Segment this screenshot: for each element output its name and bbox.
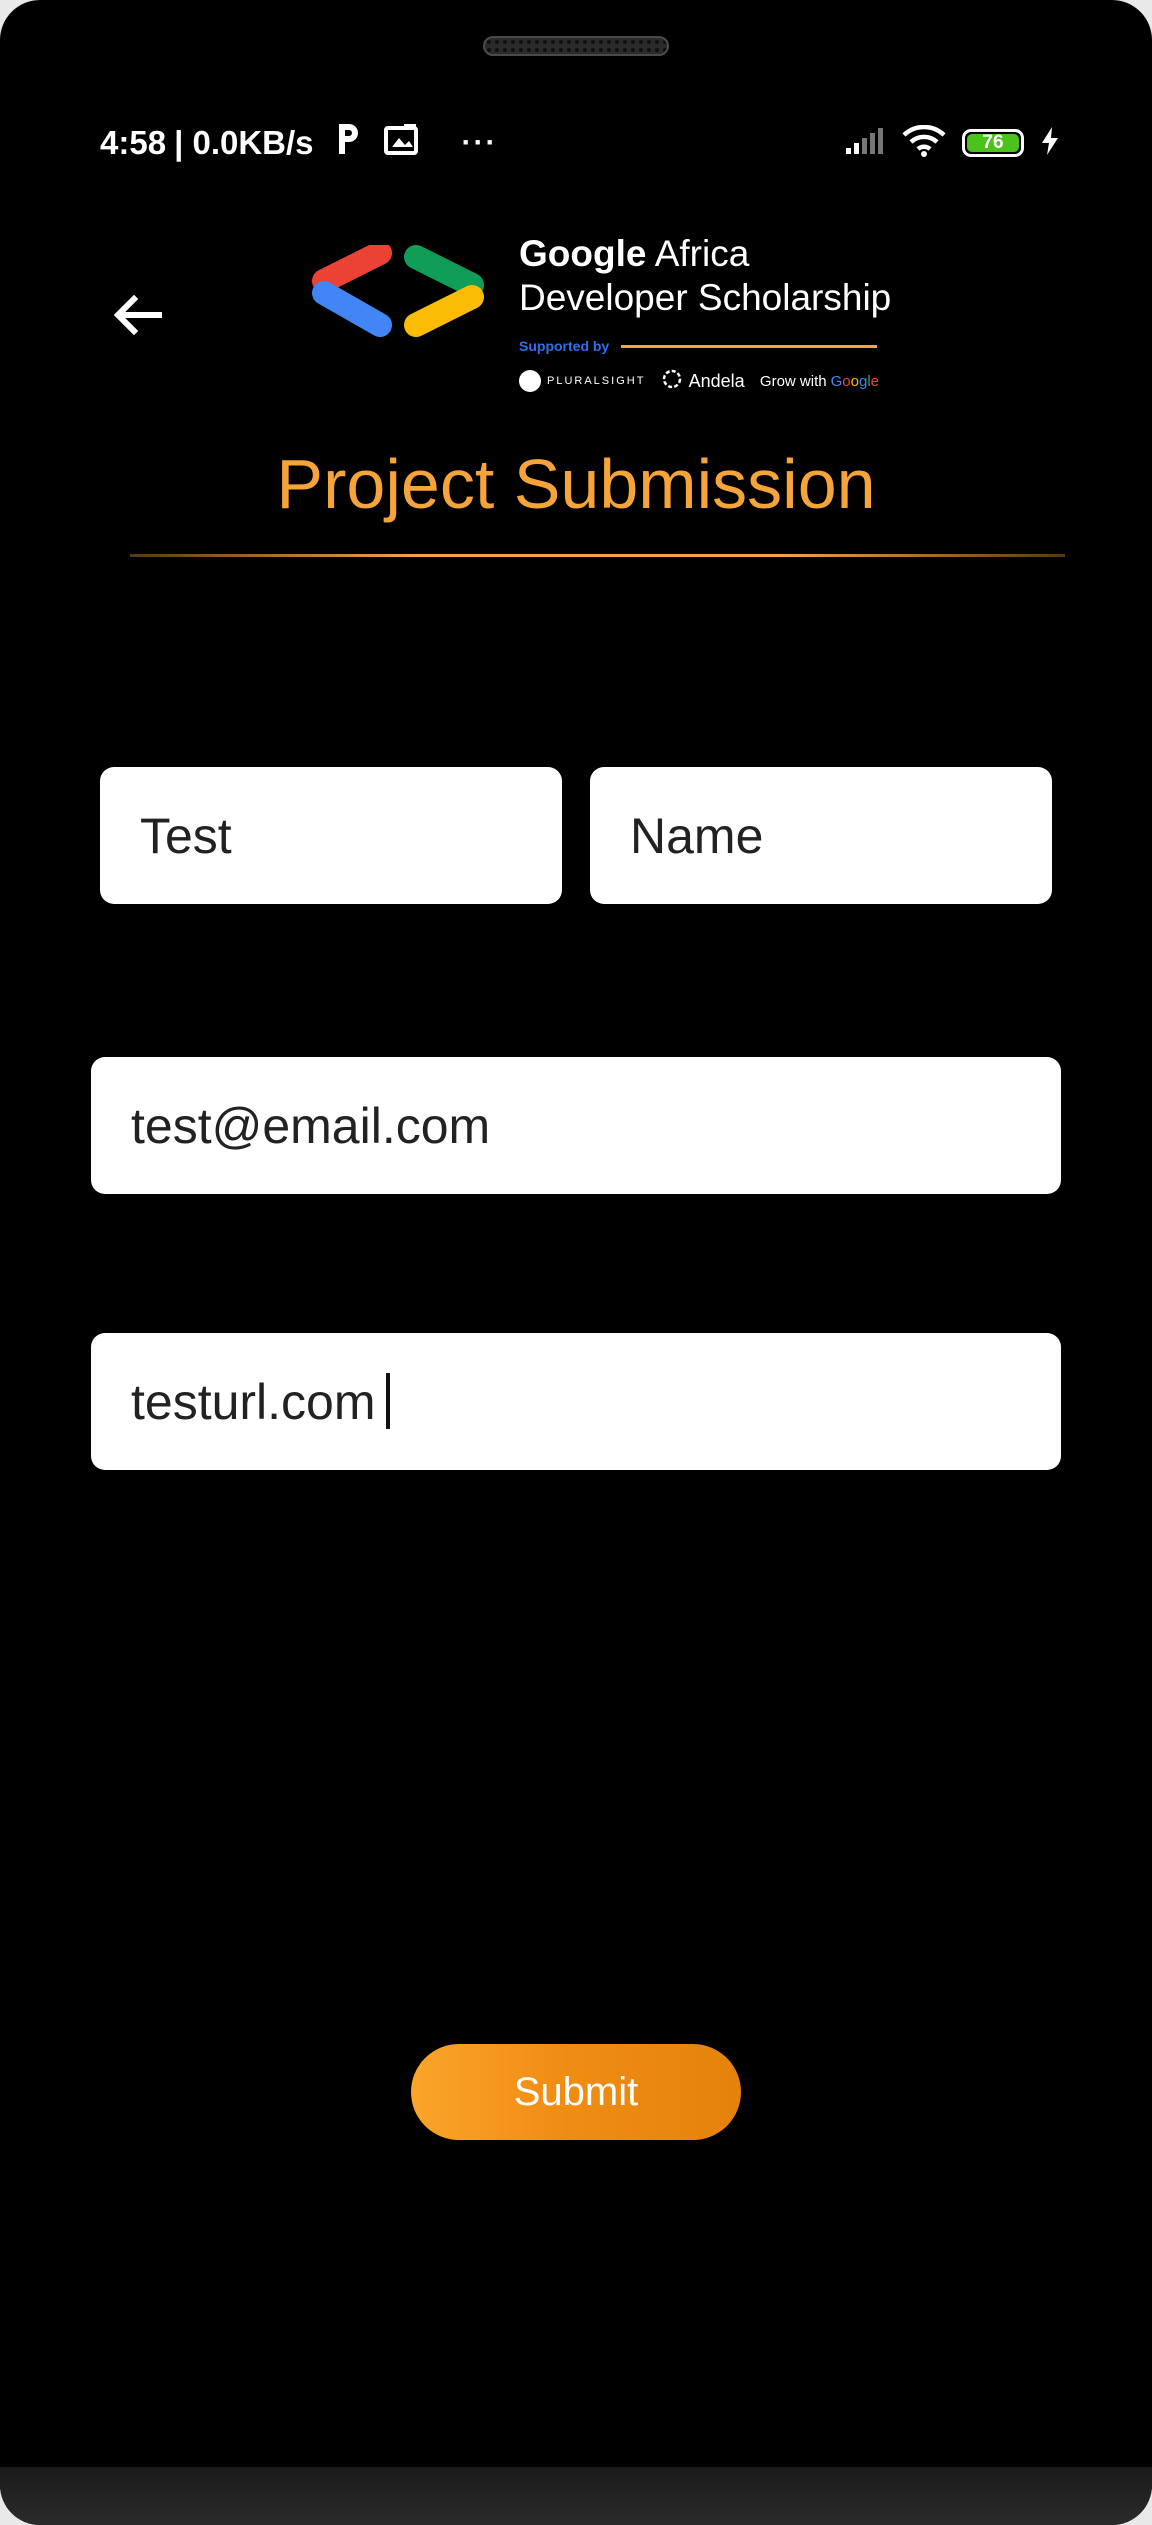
text-cursor xyxy=(386,1373,390,1429)
back-arrow-icon[interactable] xyxy=(108,285,168,345)
andela-label: Andela xyxy=(688,370,745,391)
grow-with-google-logo: Grow with Google xyxy=(760,373,879,390)
status-bar-left: 4:58 | 0.0KB/s ··· xyxy=(100,118,498,168)
phone-frame: 4:58 | 0.0KB/s ··· 76 Google Africa Deve… xyxy=(0,0,1152,2525)
first-name-input[interactable] xyxy=(100,767,562,904)
email-input[interactable] xyxy=(91,1057,1061,1194)
gallery-notification-icon xyxy=(383,123,420,163)
brand-google: Google xyxy=(519,233,647,274)
pluralsight-label: PLURALSIGHT xyxy=(547,375,646,387)
brand-line2: Developer Scholarship xyxy=(519,277,892,318)
google-wordmark: Google xyxy=(830,372,879,390)
gads-logo-icon xyxy=(310,241,486,337)
speaker-grille xyxy=(483,36,669,56)
page-title: Project Submission xyxy=(276,445,876,523)
signal-icon xyxy=(844,126,886,161)
pluralsight-logo: PLURALSIGHT xyxy=(519,370,645,392)
partner-logos: PLURALSIGHT Andela Grow with Google xyxy=(519,366,879,396)
battery-icon: 76 xyxy=(962,129,1024,157)
last-name-input[interactable] xyxy=(590,767,1052,904)
wifi-icon xyxy=(902,124,946,162)
pluralsight-icon xyxy=(519,370,541,392)
status-bar-right: 76 xyxy=(844,118,1060,168)
submit-button[interactable]: Submit xyxy=(411,2044,741,2140)
status-time: 4:58 xyxy=(100,124,167,161)
supported-by-row: Supported by xyxy=(519,336,877,356)
bottom-bezel xyxy=(0,2467,1152,2525)
supported-by-divider xyxy=(621,344,877,348)
grow-with-label: Grow with xyxy=(759,372,827,390)
supported-by-label: Supported by xyxy=(519,338,610,354)
andela-icon xyxy=(661,368,683,395)
status-net-speed: | 0.0KB/s xyxy=(174,124,314,161)
more-notifications-icon: ··· xyxy=(461,126,498,159)
brand-africa: Africa xyxy=(654,233,750,274)
github-link-input[interactable] xyxy=(91,1333,1061,1470)
title-divider xyxy=(130,554,1065,557)
charging-icon xyxy=(1040,126,1060,161)
parking-app-icon xyxy=(336,122,362,164)
andela-logo: Andela xyxy=(661,368,745,395)
brand-title: Google Africa Developer Scholarship xyxy=(519,232,891,320)
battery-level: 76 xyxy=(967,133,1019,152)
